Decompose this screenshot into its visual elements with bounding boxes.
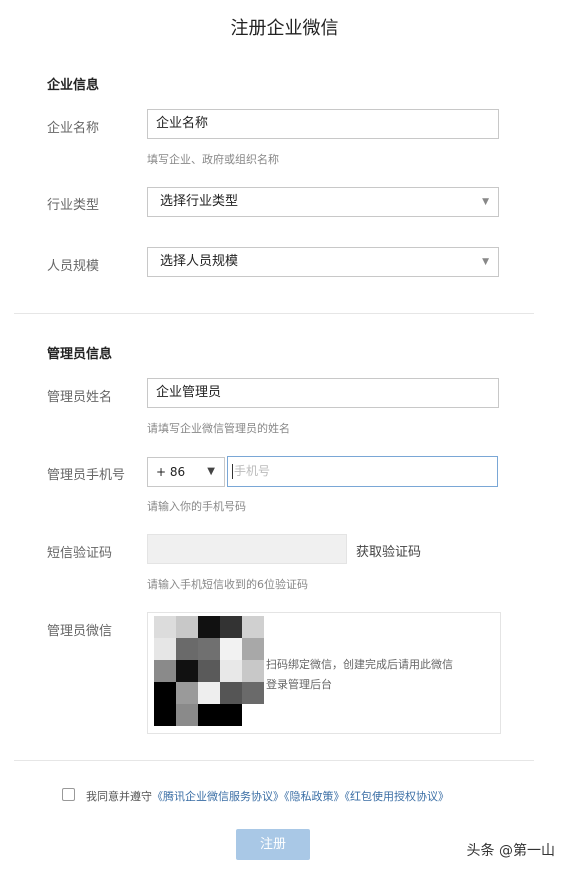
admin-name-label: 管理员姓名 (47, 390, 113, 405)
company-size-select-value: 选择人员规模 (160, 254, 239, 269)
wechat-qr-panel: 扫码绑定微信，创建完成后请用此微信 登录管理后台 (147, 612, 501, 734)
industry-select[interactable]: 选择行业类型 ▼ (147, 187, 499, 217)
sms-code-label: 短信验证码 (47, 546, 113, 561)
section-title-admin: 管理员信息 (47, 347, 113, 362)
company-name-hint: 填写企业、政府或组织名称 (147, 153, 279, 166)
sms-code-input[interactable] (147, 534, 347, 564)
company-name-input[interactable]: 企业名称 (147, 109, 499, 139)
agreement-text: 我同意并遵守《腾讯企业微信服务协议》《隐私政策》《红包使用授权协议》 (86, 788, 449, 804)
qr-instruction-text: 扫码绑定微信，创建完成后请用此微信 登录管理后台 (266, 655, 496, 695)
caret-down-icon: ▼ (482, 197, 489, 207)
country-code-value: + 86 (156, 465, 186, 479)
watermark: 头条 @第一山 (466, 843, 555, 859)
company-size-select[interactable]: 选择人员规模 ▼ (147, 247, 499, 277)
red-packet-agreement-link[interactable]: 《红包使用授权协议》 (345, 790, 450, 803)
page-title: 注册企业微信 (230, 18, 339, 39)
admin-name-hint: 请填写企业微信管理员的姓名 (147, 422, 290, 435)
company-name-label: 企业名称 (47, 121, 100, 136)
privacy-policy-link[interactable]: 《隐私政策》 (284, 790, 345, 803)
get-code-button[interactable]: 获取验证码 (356, 541, 421, 560)
section-title-company: 企业信息 (47, 78, 100, 93)
qr-code-image (154, 616, 264, 726)
service-agreement-link[interactable]: 《腾讯企业微信服务协议》 (152, 790, 284, 803)
caret-down-icon: ▼ (482, 257, 489, 267)
sms-code-hint: 请输入手机短信收到的6位验证码 (147, 578, 308, 591)
company-size-label: 人员规模 (47, 259, 100, 274)
agreement-prefix: 我同意并遵守 (86, 790, 152, 803)
section-divider (14, 760, 534, 761)
qr-instruction-line-2: 登录管理后台 (266, 678, 332, 691)
admin-phone-label: 管理员手机号 (47, 468, 126, 483)
caret-down-icon: ▼ (207, 466, 215, 477)
admin-phone-hint: 请输入你的手机号码 (147, 500, 246, 513)
section-divider (14, 313, 534, 314)
qr-instruction-line-1: 扫码绑定微信，创建完成后请用此微信 (266, 658, 453, 671)
admin-name-input[interactable]: 企业管理员 (147, 378, 499, 408)
admin-wechat-label: 管理员微信 (47, 624, 113, 639)
agree-checkbox[interactable] (62, 788, 75, 801)
register-button[interactable]: 注册 (236, 829, 310, 860)
phone-input[interactable]: 手机号 (227, 456, 498, 487)
industry-label: 行业类型 (47, 198, 100, 213)
country-code-select[interactable]: + 86 ▼ (147, 457, 225, 487)
industry-select-value: 选择行业类型 (160, 194, 239, 209)
